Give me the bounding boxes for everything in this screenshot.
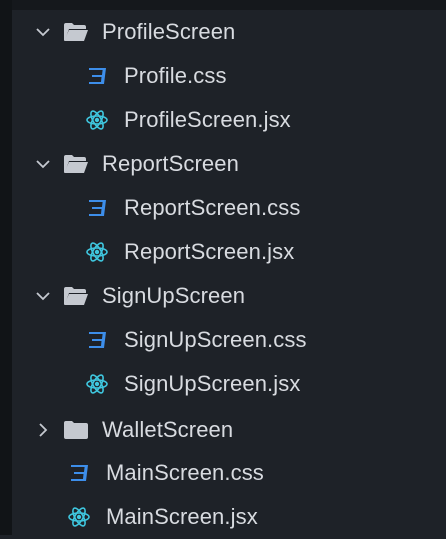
- folder-open-icon: [62, 153, 90, 175]
- folder-label: SignUpScreen: [102, 283, 246, 308]
- folder-open-icon: [62, 21, 90, 43]
- tree-item-mainscreen-jsx[interactable]: MainScreen.jsx: [12, 495, 446, 539]
- file-label: MainScreen.css: [106, 460, 264, 485]
- tree-item-reportscreen-css[interactable]: ReportScreen.css: [12, 186, 446, 230]
- tree-item-reportscreen-folder[interactable]: ReportScreen: [12, 142, 446, 186]
- react-file-icon: [84, 239, 110, 265]
- file-label: MainScreen.jsx: [106, 504, 258, 529]
- react-file-icon: [84, 107, 110, 133]
- css-file-icon: [84, 327, 110, 353]
- css-file-icon: [84, 195, 110, 221]
- tree-item-profilescreen-folder[interactable]: ProfileScreen: [12, 10, 446, 54]
- tree-item-reportscreen-jsx[interactable]: ReportScreen.jsx: [12, 230, 446, 274]
- file-label: ReportScreen.css: [124, 195, 301, 220]
- react-file-icon: [66, 504, 92, 530]
- chevron-down-icon[interactable]: [32, 153, 54, 175]
- chevron-down-icon[interactable]: [32, 285, 54, 307]
- tree-item-profilescreen-jsx[interactable]: ProfileScreen.jsx: [12, 98, 446, 142]
- tree-item-signupscreen-jsx[interactable]: SignUpScreen.jsx: [12, 362, 446, 406]
- tree-item-signupscreen-css[interactable]: SignUpScreen.css: [12, 318, 446, 362]
- file-label: SignUpScreen.css: [124, 327, 307, 352]
- tree-item-signupscreen-folder[interactable]: SignUpScreen: [12, 274, 446, 318]
- chevron-down-icon[interactable]: [32, 21, 54, 43]
- folder-label: ReportScreen: [102, 151, 239, 176]
- file-explorer-tree: ProfileScreen Profile.css ProfileScreen.…: [12, 10, 446, 535]
- css-file-icon: [84, 63, 110, 89]
- tree-item-mainscreen-css[interactable]: MainScreen.css: [12, 451, 446, 495]
- tree-item-walletscreen-folder[interactable]: WalletScreen: [12, 408, 446, 452]
- react-file-icon: [84, 371, 110, 397]
- folder-label: WalletScreen: [102, 417, 234, 442]
- file-label: SignUpScreen.jsx: [124, 371, 301, 396]
- folder-open-icon: [62, 285, 90, 307]
- file-label: ProfileScreen.jsx: [124, 107, 291, 132]
- file-label: Profile.css: [124, 63, 227, 88]
- folder-label: ProfileScreen: [102, 19, 236, 44]
- folder-closed-icon: [62, 419, 90, 441]
- css-file-icon: [66, 460, 92, 486]
- chevron-right-icon[interactable]: [32, 419, 54, 441]
- file-label: ReportScreen.jsx: [124, 239, 295, 264]
- tree-item-profile-css[interactable]: Profile.css: [12, 54, 446, 98]
- left-edge: [0, 0, 12, 535]
- top-edge: [0, 0, 446, 10]
